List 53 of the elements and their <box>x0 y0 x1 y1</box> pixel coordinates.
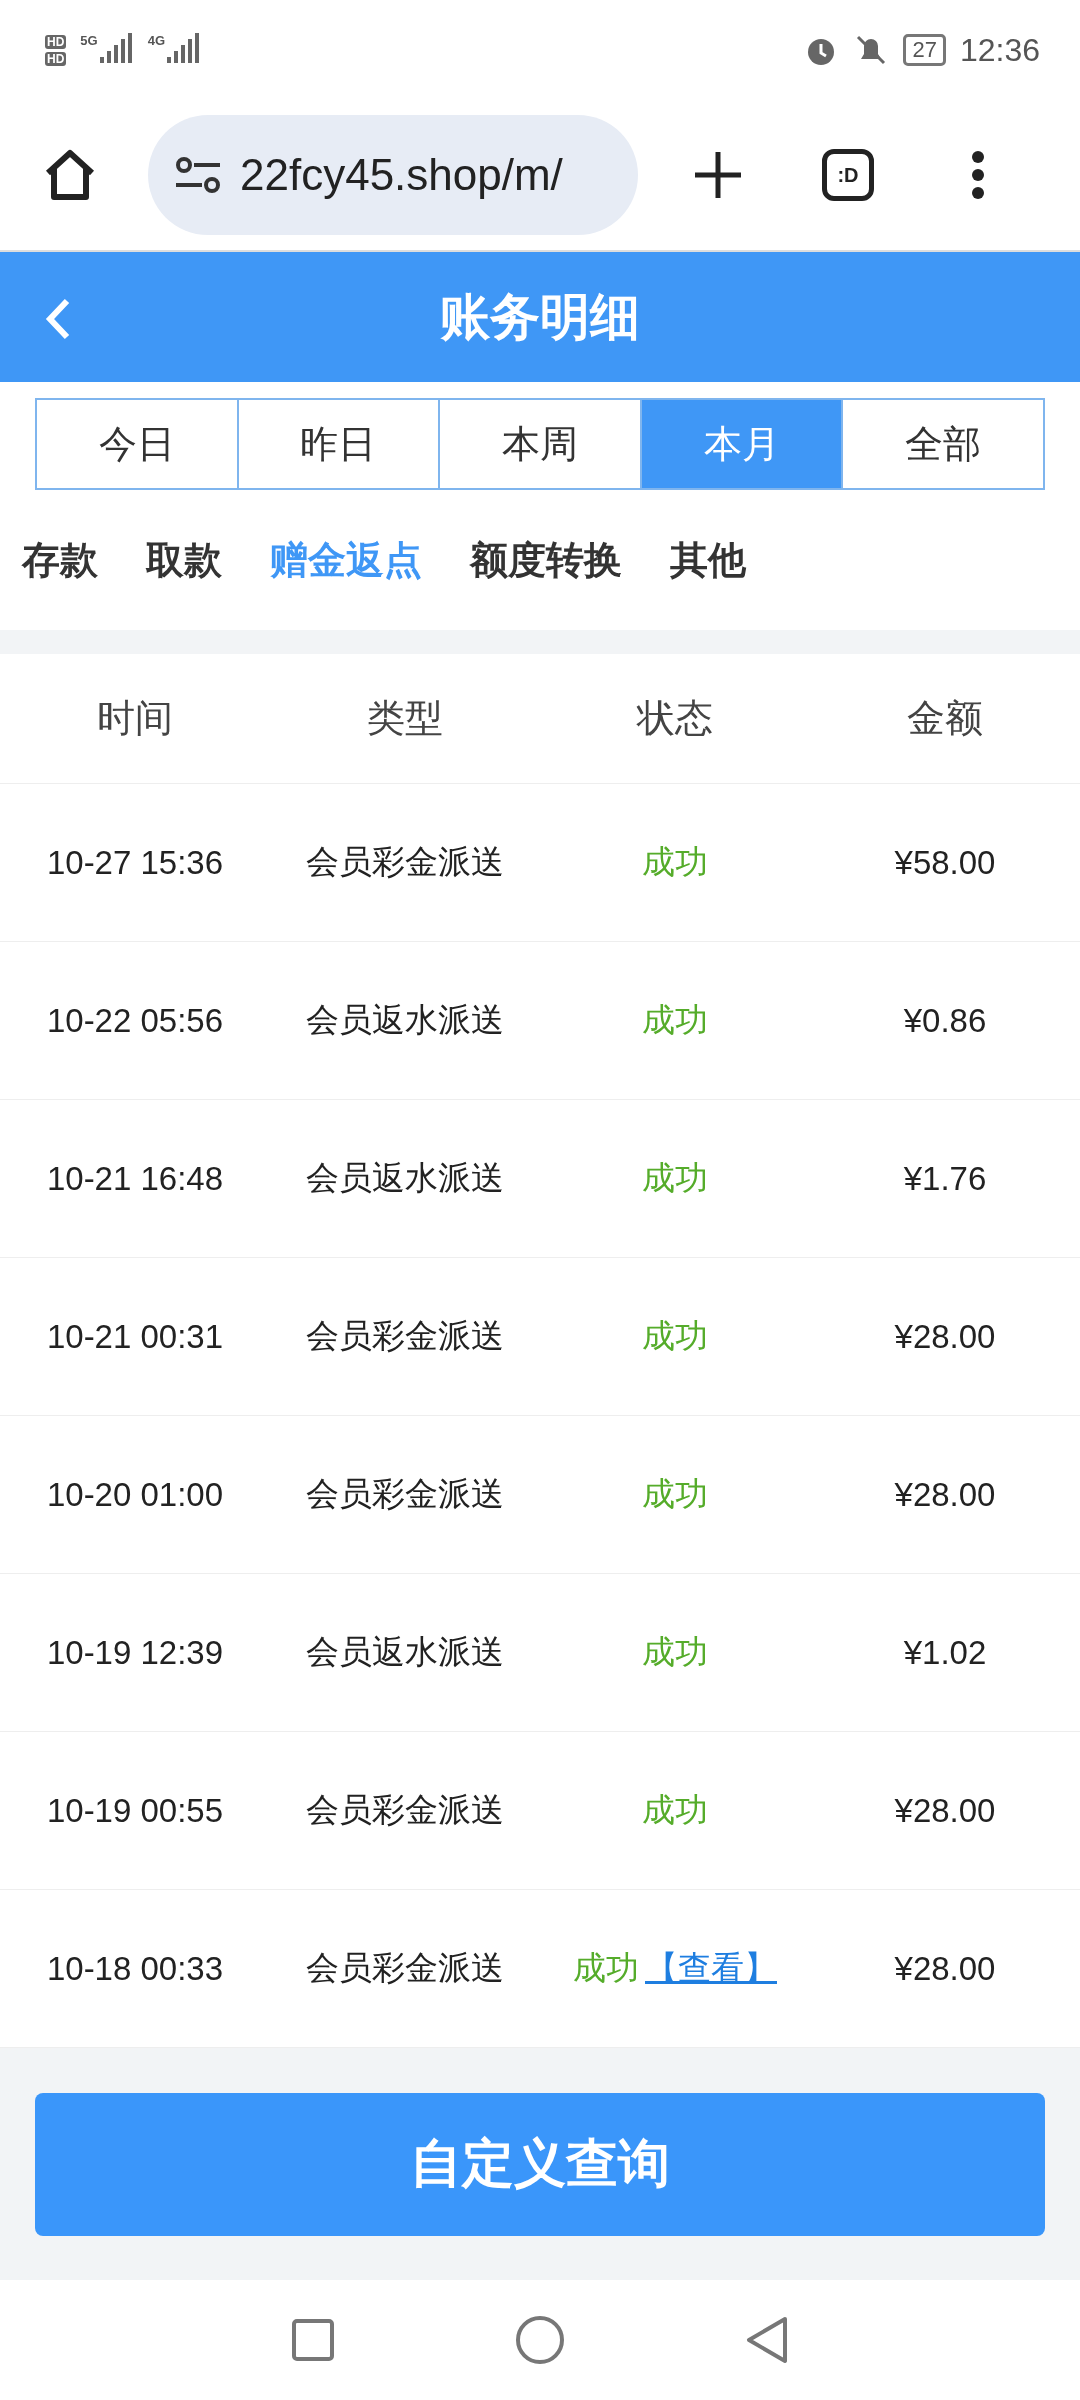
table-cell: 会员返水派送 <box>270 1100 540 1258</box>
column-header: 时间 <box>0 654 270 784</box>
status-text: 成功 <box>642 1632 708 1672</box>
network-label: 5G <box>80 33 98 48</box>
table-cell: ¥28.00 <box>810 1416 1080 1574</box>
table-cell: ¥1.76 <box>810 1100 1080 1258</box>
site-settings-icon[interactable] <box>174 155 222 195</box>
status-text: 成功 <box>642 842 708 882</box>
table-cell: 10-20 01:00 <box>0 1416 270 1574</box>
table-cell: ¥0.86 <box>810 942 1080 1100</box>
table-cell: 会员彩金派送 <box>270 1732 540 1890</box>
back-icon[interactable] <box>45 297 71 341</box>
network-label: 4G <box>147 33 166 48</box>
status-text: 成功 <box>642 1474 708 1514</box>
status-text: 成功 <box>642 1158 708 1198</box>
clock: 12:36 <box>959 31 1040 69</box>
category-tab[interactable]: 其他 <box>670 534 746 586</box>
table-cell: 会员返水派送 <box>270 1574 540 1732</box>
tab-switcher[interactable]: :D <box>822 149 874 201</box>
status-text: 成功 <box>642 1790 708 1830</box>
table-cell: ¥28.00 <box>810 1732 1080 1890</box>
sim-icon: HD <box>45 51 67 66</box>
back-nav-icon[interactable] <box>745 2315 789 2365</box>
table-cell: 10-21 00:31 <box>0 1258 270 1416</box>
table-cell: 会员彩金派送 <box>270 784 540 942</box>
category-tab[interactable]: 取款 <box>146 534 222 586</box>
address-bar[interactable]: 22fcy45.shop/m/ <box>148 115 638 235</box>
table-cell: 10-19 12:39 <box>0 1574 270 1732</box>
table-cell: 10-22 05:56 <box>0 942 270 1100</box>
table-cell: 会员彩金派送 <box>270 1416 540 1574</box>
table-cell: 会员返水派送 <box>270 942 540 1100</box>
status-text: 成功 <box>642 1000 708 1040</box>
table-cell: ¥58.00 <box>810 784 1080 942</box>
status-text: 成功 <box>573 1948 639 1988</box>
status-text: 成功 <box>642 1316 708 1356</box>
sim-icon: HD <box>45 34 67 49</box>
column-header: 状态 <box>540 654 810 784</box>
table-cell: 10-27 15:36 <box>0 784 270 942</box>
view-link[interactable]: 【查看】 <box>645 1946 777 1991</box>
recents-icon[interactable] <box>291 2318 335 2362</box>
category-tab[interactable]: 存款 <box>22 534 98 586</box>
category-tab[interactable]: 额度转换 <box>470 534 622 586</box>
page-title: 账务明细 <box>440 287 640 347</box>
table-cell: ¥1.02 <box>810 1574 1080 1732</box>
table-cell: ¥28.00 <box>810 1258 1080 1416</box>
home-nav-icon[interactable] <box>515 2315 565 2365</box>
table-cell: 会员彩金派送 <box>270 1258 540 1416</box>
url-text: 22fcy45.shop/m/ <box>240 150 563 200</box>
table-cell: 10-21 16:48 <box>0 1100 270 1258</box>
column-header: 金额 <box>810 654 1080 784</box>
column-header: 类型 <box>270 654 540 784</box>
table-cell: 10-19 00:55 <box>0 1732 270 1890</box>
battery-indicator: 27 <box>903 34 946 66</box>
